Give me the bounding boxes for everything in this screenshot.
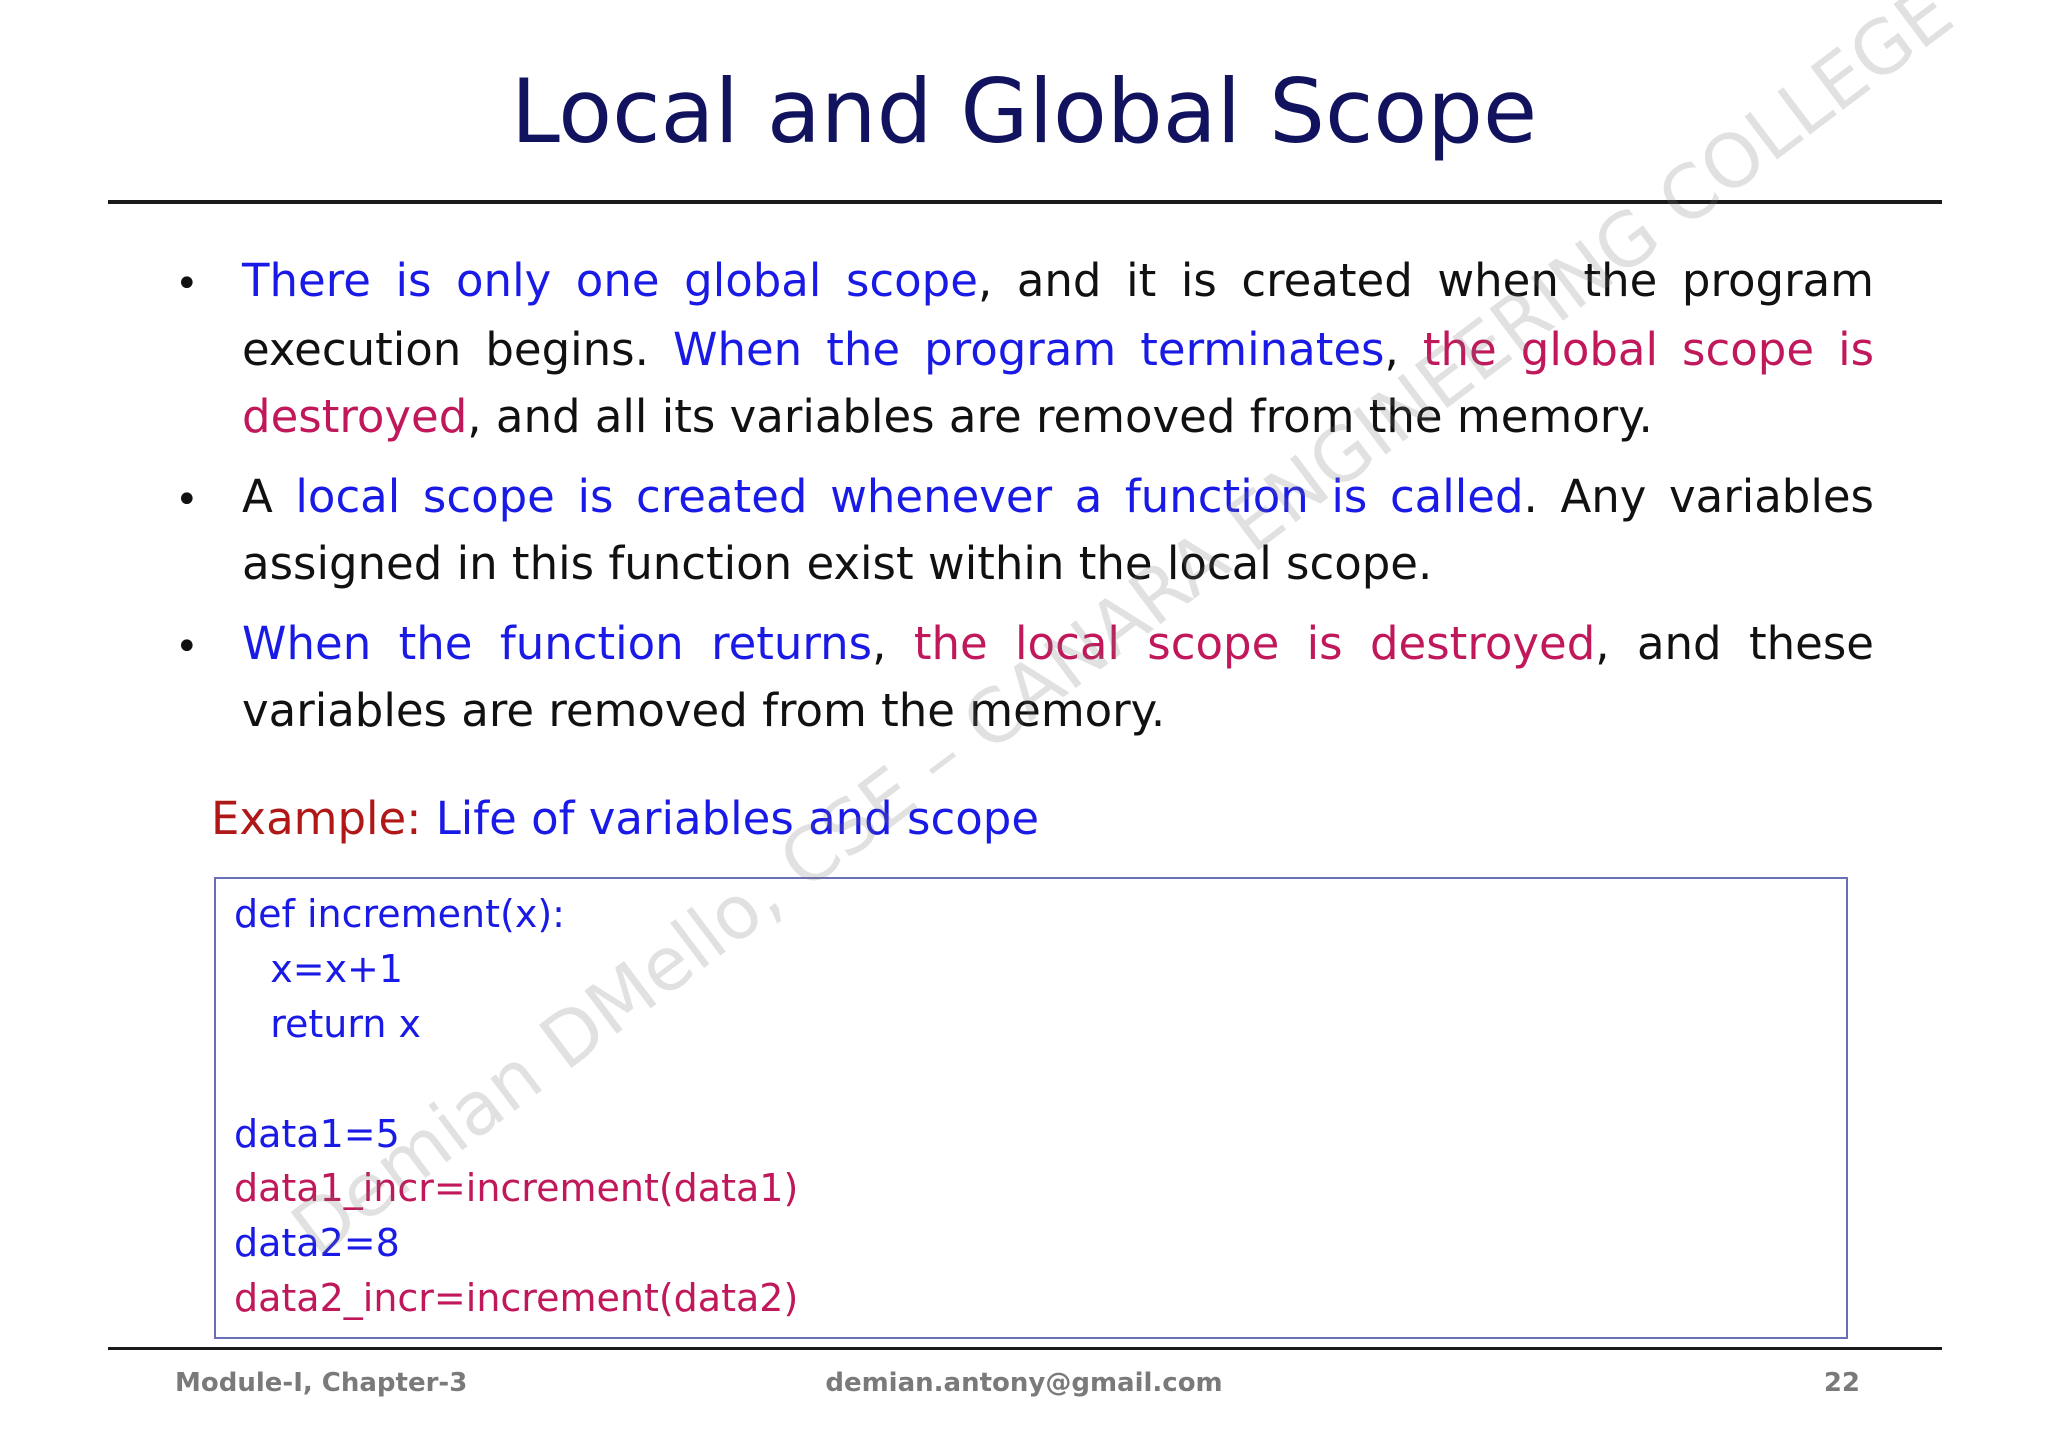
code-line: return x bbox=[234, 1002, 421, 1046]
page-number: 22 bbox=[1823, 1368, 1860, 1398]
footer-divider bbox=[108, 1347, 1942, 1350]
bullet-marker: • bbox=[175, 261, 199, 307]
text-run: When the function returns bbox=[242, 617, 873, 670]
text-run: , and these bbox=[1595, 617, 1874, 670]
text-run: destroyed bbox=[242, 390, 468, 443]
text-run: When the program terminates bbox=[672, 323, 1385, 376]
text-run: execution begins. bbox=[242, 323, 673, 376]
code-line: def increment(x): bbox=[234, 892, 565, 936]
footer-email: demian.antony@gmail.com bbox=[825, 1368, 1223, 1398]
bullet-marker: • bbox=[175, 477, 199, 523]
slide: Local and Global Scope • There is only on… bbox=[0, 0, 2048, 1447]
bullet-marker: • bbox=[175, 624, 199, 670]
bullet-line: assigned in this function exist within t… bbox=[242, 541, 1874, 586]
code-line: x=x+1 bbox=[234, 947, 404, 991]
text-run: A bbox=[242, 470, 296, 523]
text-run: , bbox=[872, 617, 914, 670]
bullet-line: destroyed, and all its variables are rem… bbox=[242, 394, 1874, 439]
bullet-line: A local scope is created whenever a func… bbox=[242, 474, 1874, 519]
code-line: data2_incr=increment(data2) bbox=[234, 1276, 799, 1320]
text-run: , and it is created when the program bbox=[977, 254, 1875, 307]
example-label: Example: bbox=[211, 792, 422, 845]
text-run: . Any variables bbox=[1523, 470, 1874, 523]
text-run: There is only one global scope bbox=[242, 254, 978, 307]
bullet-line: execution begins. When the program termi… bbox=[242, 327, 1874, 372]
